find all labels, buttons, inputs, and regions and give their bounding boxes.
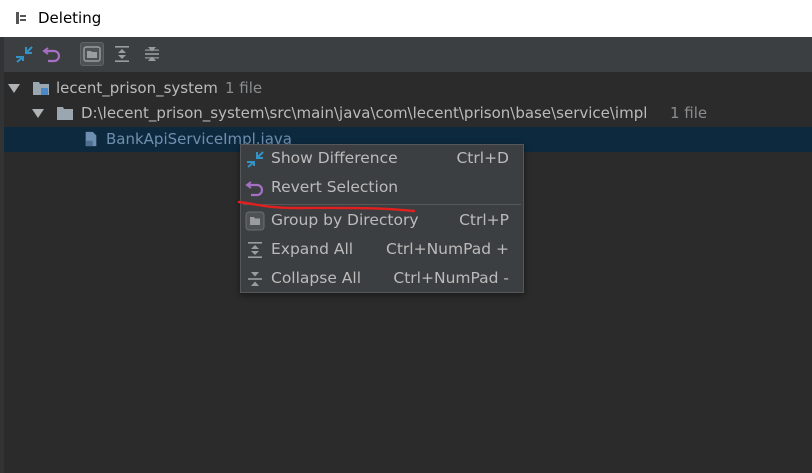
menu-item-label: Collapse All — [271, 269, 362, 287]
menu-item-label: Group by Directory — [271, 211, 419, 229]
menu-item-shortcut: Ctrl+NumPad + — [386, 240, 509, 258]
expand-all-icon — [248, 242, 262, 258]
tree-node-label: lecent_prison_system — [56, 79, 218, 97]
revert-arrow-icon — [245, 181, 264, 197]
collapse-all-icon — [145, 47, 159, 61]
collapse-all-icon — [248, 272, 262, 286]
menu-item-expand-all[interactable]: Expand All Ctrl+NumPad + — [241, 236, 523, 264]
java-file-icon — [85, 131, 97, 147]
expand-all-button[interactable] — [110, 42, 134, 66]
show-diff-arrows-icon — [16, 46, 33, 63]
expand-arrow-icon[interactable] — [8, 84, 20, 93]
tree-node-directory[interactable]: D:\lecent_prison_system\src\main\java\co… — [4, 101, 812, 126]
show-diff-arrows-icon — [247, 151, 264, 168]
menu-item-shortcut: Ctrl+NumPad - — [393, 269, 509, 287]
menu-item-group-by-directory[interactable]: Group by Directory Ctrl+P — [241, 207, 523, 235]
module-folder-icon — [33, 82, 49, 95]
menu-item-shortcut: Ctrl+P — [459, 211, 509, 229]
menu-item-show-difference[interactable]: Show Difference Ctrl+D — [241, 145, 523, 173]
file-count: 1 file — [225, 79, 263, 97]
menu-item-label: Expand All — [271, 240, 354, 258]
collapse-all-button[interactable] — [140, 42, 164, 66]
group-by-directory-icon — [83, 46, 101, 62]
menu-separator — [243, 204, 521, 205]
expand-all-icon — [115, 46, 129, 62]
app-icon — [16, 12, 26, 24]
tree-node-root[interactable]: lecent_prison_system 1 file — [4, 76, 812, 101]
context-menu: Show Difference Ctrl+D Revert Selection … — [240, 144, 524, 293]
file-count: 1 file — [670, 104, 708, 122]
window-title: Deleting — [38, 9, 102, 27]
group-by-directory-button[interactable] — [80, 42, 104, 66]
group-by-directory-icon — [245, 211, 265, 231]
menu-item-label: Revert Selection — [271, 178, 399, 196]
title-bar: Deleting — [0, 0, 812, 37]
tree-node-label: D:\lecent_prison_system\src\main\java\co… — [81, 104, 648, 122]
show-difference-button[interactable] — [12, 42, 36, 66]
menu-item-collapse-all[interactable]: Collapse All Ctrl+NumPad - — [241, 265, 523, 293]
menu-item-shortcut: Ctrl+D — [456, 149, 509, 167]
revert-button[interactable] — [40, 42, 64, 66]
menu-item-revert-selection[interactable]: Revert Selection — [241, 174, 523, 202]
folder-icon — [57, 107, 73, 120]
expand-arrow-icon[interactable] — [32, 109, 44, 118]
toolbar — [4, 37, 812, 71]
menu-item-label: Show Difference — [271, 149, 398, 167]
revert-arrow-icon — [42, 47, 61, 63]
